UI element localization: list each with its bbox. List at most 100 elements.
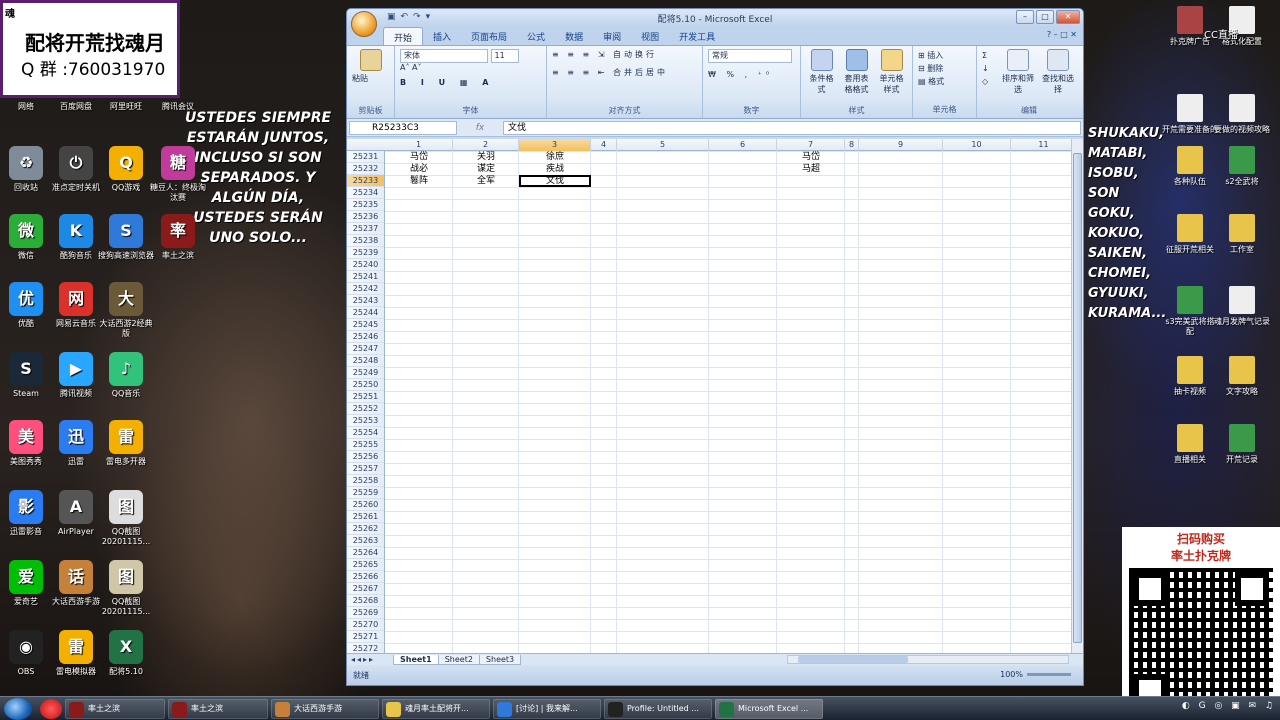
desktop-icon[interactable]: 百百度网盘: [48, 102, 104, 112]
formula-input[interactable]: 文伐: [503, 120, 1081, 135]
column-header[interactable]: 4: [591, 139, 617, 151]
row-header[interactable]: 25250: [347, 379, 384, 391]
row-header[interactable]: 25266: [347, 571, 384, 583]
row-header[interactable]: 25262: [347, 523, 384, 535]
office-button-icon[interactable]: [351, 11, 377, 37]
row-header[interactable]: 25236: [347, 211, 384, 223]
cell[interactable]: 马岱: [385, 151, 453, 163]
desktop-icon[interactable]: ⏻ 准点定时关机: [48, 146, 104, 193]
cell[interactable]: 疾战: [519, 163, 591, 175]
desktop-icon[interactable]: 雷雷电多开器: [98, 420, 154, 467]
sheet-tab[interactable]: Sheet3: [478, 654, 522, 665]
taskbar-item[interactable]: 率土之滨: [65, 698, 165, 719]
desktop-icon[interactable]: ▶ 腾讯视频: [48, 352, 104, 399]
taskbar-item[interactable]: [讨论] | 我来解...: [493, 698, 601, 719]
row-header[interactable]: 25264: [347, 547, 384, 559]
align-bottom-buttons[interactable]: ≡ ≡ ≡ ⇤ 合并后居中: [552, 67, 697, 78]
column-header[interactable]: 5: [617, 139, 709, 151]
desktop-icon[interactable]: 雷雷电模拟器: [48, 630, 104, 677]
desktop-icon[interactable]: X 配将5.10: [98, 630, 154, 677]
row-header[interactable]: 25268: [347, 595, 384, 607]
row-header[interactable]: 25247: [347, 343, 384, 355]
row-header[interactable]: 25242: [347, 283, 384, 295]
horizontal-scroll-thumb[interactable]: [798, 656, 908, 663]
desktop-icon[interactable]: 优优酷: [0, 282, 54, 329]
row-header[interactable]: 25234: [347, 187, 384, 199]
taskbar-item[interactable]: Microsoft Excel ...: [715, 698, 823, 719]
desktop-icon[interactable]: 网网络: [0, 102, 54, 112]
row-header[interactable]: 25238: [347, 235, 384, 247]
sort-filter-icon[interactable]: [1007, 49, 1029, 71]
row-header[interactable]: 25231: [347, 151, 384, 163]
find-select-icon[interactable]: [1047, 49, 1069, 71]
desktop-icon[interactable]: 抽卡视频: [1162, 356, 1218, 397]
row-header[interactable]: 25271: [347, 631, 384, 643]
desktop-icon[interactable]: 各种队伍: [1162, 146, 1218, 187]
title-bar[interactable]: ▣↶↷▾ 配将5.10 - Microsoft Excel – □ ✕: [347, 9, 1083, 37]
ribbon-tab[interactable]: 页面布局: [461, 27, 517, 45]
row-header[interactable]: 25252: [347, 403, 384, 415]
column-header[interactable]: 3: [519, 139, 591, 151]
worksheet[interactable]: 123456789101112 252312523225233252342523…: [347, 139, 1083, 665]
number-buttons[interactable]: ₩ % , ⁺⁰: [708, 70, 795, 79]
desktop-icon[interactable]: 腾腾讯会议: [150, 102, 206, 112]
fx-icon[interactable]: fx: [457, 123, 503, 133]
cell[interactable]: 全军: [453, 175, 519, 187]
desktop-icon[interactable]: 话大话西游手游: [48, 560, 104, 607]
row-header[interactable]: 25265: [347, 559, 384, 571]
desktop-icon[interactable]: ♪ QQ音乐: [98, 352, 154, 399]
desktop-icon[interactable]: 直播相关: [1162, 424, 1218, 465]
column-header[interactable]: 6: [709, 139, 777, 151]
delete-button[interactable]: ⊟ 删除: [918, 62, 971, 75]
conditional-format-button[interactable]: 条件格式: [810, 74, 834, 94]
column-header[interactable]: 8: [845, 139, 859, 151]
desktop-icon[interactable]: 开荒记录: [1214, 424, 1270, 465]
sheet-nav-icon[interactable]: ◂◂▸▸: [347, 655, 393, 664]
find-select-button[interactable]: 查找和选择: [1042, 74, 1074, 94]
desktop-icon[interactable]: s3完美武将搭配: [1162, 286, 1218, 337]
table-format-icon[interactable]: [845, 49, 868, 71]
format-button[interactable]: ▤ 格式: [918, 75, 971, 88]
minimize-button[interactable]: –: [1016, 10, 1034, 24]
taskbar-item[interactable]: 大话西游手游: [271, 698, 379, 719]
row-header[interactable]: 25235: [347, 199, 384, 211]
column-header[interactable]: 1: [385, 139, 453, 151]
cell[interactable]: 关羽: [453, 151, 519, 163]
row-header[interactable]: 25244: [347, 307, 384, 319]
desktop-icon[interactable]: 率率土之滨: [150, 214, 206, 261]
row-header[interactable]: 25255: [347, 439, 384, 451]
cell[interactable]: 马超: [777, 163, 845, 175]
row-header[interactable]: 25248: [347, 355, 384, 367]
zoom-slider[interactable]: [1027, 673, 1071, 676]
desktop-icon[interactable]: 美美图秀秀: [0, 420, 54, 467]
row-header[interactable]: 25256: [347, 451, 384, 463]
vertical-scroll-thumb[interactable]: [1073, 153, 1082, 643]
desktop-icon[interactable]: 要做的视频攻略: [1214, 94, 1270, 135]
column-header[interactable]: 9: [859, 139, 943, 151]
cell[interactable]: 战必: [385, 163, 453, 175]
number-format-combo[interactable]: 常规: [708, 49, 792, 63]
desktop-icon[interactable]: 图 QQ截图20201115...: [98, 560, 154, 617]
taskbar-item[interactable]: Profile: Untitled ...: [604, 698, 712, 719]
ribbon-tab[interactable]: 审阅: [593, 27, 631, 45]
column-header[interactable]: 11: [1011, 139, 1077, 151]
row-header[interactable]: 25257: [347, 463, 384, 475]
row-header[interactable]: 25241: [347, 271, 384, 283]
active-cell[interactable]: 文伐: [519, 175, 591, 187]
row-header[interactable]: 25251: [347, 391, 384, 403]
desktop-icon[interactable]: A AirPlayer: [48, 490, 104, 537]
desktop-icon[interactable]: S Steam: [0, 352, 54, 399]
sheet-tab[interactable]: Sheet1: [393, 654, 439, 665]
font-style-buttons[interactable]: B I U ▦ A: [400, 78, 541, 87]
wrap-text-button[interactable]: 自动换行: [613, 50, 657, 59]
desktop-icon[interactable]: 微微信: [0, 214, 54, 261]
ribbon-tab[interactable]: 视图: [631, 27, 669, 45]
row-header[interactable]: 25253: [347, 415, 384, 427]
name-box[interactable]: R25233C3: [349, 120, 457, 135]
zoom-level[interactable]: 100%: [1000, 670, 1023, 679]
desktop-icon[interactable]: 影迅雷影音: [0, 490, 54, 537]
cell[interactable]: 徐庶: [519, 151, 591, 163]
row-header[interactable]: 25232: [347, 163, 384, 175]
column-header[interactable]: 7: [777, 139, 845, 151]
row-header[interactable]: 25254: [347, 427, 384, 439]
